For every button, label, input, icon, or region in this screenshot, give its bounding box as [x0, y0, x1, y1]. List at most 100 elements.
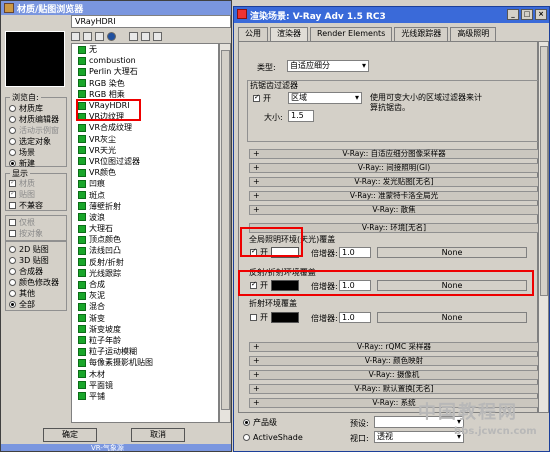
- scrollbar-thumb[interactable]: [221, 50, 230, 410]
- aa-filter-dropdown[interactable]: 区域: [288, 92, 362, 104]
- map-type-radio-0[interactable]: 2D 贴图: [6, 244, 66, 255]
- render-title: 渲染场景: V-Ray Adv 1.5 RC3: [250, 11, 386, 22]
- render-titlebar[interactable]: 渲染场景: V-Ray Adv 1.5 RC3 _ □ ×: [234, 7, 549, 23]
- list-item[interactable]: 反射/折射: [72, 257, 218, 268]
- large-icons-icon[interactable]: [107, 31, 116, 41]
- list-item[interactable]: 渐变坡度: [72, 324, 218, 335]
- viewport-dropdown[interactable]: 透视: [374, 431, 464, 443]
- browse-from-radio-0[interactable]: 材质库: [6, 103, 66, 114]
- map-type-radio-4[interactable]: 其他: [6, 288, 66, 299]
- list-item[interactable]: 波浪: [72, 212, 218, 223]
- list-item[interactable]: VR颜色: [72, 167, 218, 178]
- show-maps-checkbox[interactable]: 贴图: [6, 189, 66, 200]
- update-scene-icon[interactable]: [129, 31, 138, 41]
- list-item[interactable]: 粒子运动模糊: [72, 346, 218, 357]
- map-type-icon: [78, 179, 86, 188]
- list-item[interactable]: VR位图过滤器: [72, 156, 218, 167]
- rollout-rollouts_a-1[interactable]: + V-Ray:: 间接照明(GI): [249, 163, 539, 173]
- show-incompatible-checkbox[interactable]: 不兼容: [6, 200, 66, 211]
- list-item[interactable]: Perlin 大理石: [72, 66, 218, 77]
- tab-raytracer[interactable]: 光线跟踪器: [394, 27, 449, 41]
- refr-mult-spinner[interactable]: 1.0: [339, 312, 371, 323]
- refr-env-map-button[interactable]: None: [377, 312, 527, 323]
- activeshade-radio[interactable]: ActiveShade: [240, 432, 303, 443]
- browser-title: 材质/贴图浏览器: [17, 4, 84, 15]
- rollout-rollouts_a-4[interactable]: + V-Ray:: 散焦: [249, 205, 539, 215]
- browse-from-radio-4[interactable]: 场景: [6, 147, 66, 158]
- tab-renderer[interactable]: 渲染器: [270, 27, 308, 41]
- list-item[interactable]: 渐变: [72, 313, 218, 324]
- list-item[interactable]: combustion: [72, 55, 218, 66]
- map-type-radio-2[interactable]: 合成器: [6, 266, 66, 277]
- rollout-rollouts_a-0[interactable]: + V-Ray:: 自适应细分图像采样器: [249, 149, 539, 159]
- maximize-icon[interactable]: □: [521, 9, 533, 20]
- list-item[interactable]: 顶点颜色: [72, 234, 218, 245]
- refr-mult-label: 倍增器:: [311, 314, 338, 323]
- rollout-rollouts_a-3[interactable]: + V-Ray:: 准蒙特卡洛全局光: [249, 191, 539, 201]
- refr-env-on-checkbox[interactable]: 开: [247, 312, 268, 323]
- clear-library-icon[interactable]: [153, 31, 162, 41]
- list-item[interactable]: 平铺: [72, 391, 218, 402]
- rollout-rollouts_b-1[interactable]: + V-Ray:: 颜色映射: [249, 356, 539, 366]
- map-type-icon: [78, 314, 86, 323]
- map-type-radio-3[interactable]: 颜色修改器: [6, 277, 66, 288]
- map-list-scrollbar[interactable]: [219, 43, 231, 423]
- sampler-type-dropdown[interactable]: 自适应细分: [287, 60, 369, 72]
- refr-env-color-swatch[interactable]: [271, 312, 299, 323]
- list-item[interactable]: VR合成纹理: [72, 122, 218, 133]
- aa-on-checkbox[interactable]: 开: [250, 93, 271, 104]
- tab-render-elements[interactable]: Render Elements: [310, 27, 393, 41]
- list-item[interactable]: 无: [72, 44, 218, 55]
- map-type-icon: [78, 381, 86, 390]
- list-item[interactable]: 大理石: [72, 223, 218, 234]
- list-item[interactable]: 灰泥: [72, 290, 218, 301]
- gi-mult-label: 倍增器:: [311, 249, 338, 258]
- list-item[interactable]: 平面镜: [72, 380, 218, 391]
- list-item[interactable]: 薄壁折射: [72, 201, 218, 212]
- list-item[interactable]: 凹痕: [72, 178, 218, 189]
- browse-from-radio-1[interactable]: 材质编辑器: [6, 114, 66, 125]
- small-icons-icon[interactable]: [95, 31, 104, 41]
- gi-mult-spinner[interactable]: 1.0: [339, 247, 371, 258]
- list-item[interactable]: RGB 染色: [72, 78, 218, 89]
- rollout-rollouts_b-2[interactable]: + V-Ray:: 摄像机: [249, 370, 539, 380]
- list-item[interactable]: VR灰尘: [72, 134, 218, 145]
- list-item[interactable]: 合成: [72, 279, 218, 290]
- render-panel-scrollbar[interactable]: [538, 41, 549, 413]
- list-item[interactable]: 粒子年龄: [72, 335, 218, 346]
- list-item[interactable]: 光线跟踪: [72, 268, 218, 279]
- browse-from-radio-2[interactable]: 活动示例窗: [6, 125, 66, 136]
- tab-common[interactable]: 公用: [238, 27, 268, 41]
- map-type-radio-5[interactable]: 全部: [6, 299, 66, 310]
- gi-env-map-button[interactable]: None: [377, 247, 527, 258]
- list-item[interactable]: VR天光: [72, 145, 218, 156]
- list-icons-icon[interactable]: [83, 31, 92, 41]
- rollout-rollouts_a-2[interactable]: + V-Ray:: 发光贴图[无名]: [249, 177, 539, 187]
- close-icon[interactable]: ×: [535, 9, 547, 20]
- rollout-rollouts_b-3[interactable]: + V-Ray:: 默认置换[无名]: [249, 384, 539, 394]
- delete-icon[interactable]: [141, 31, 150, 41]
- map-type-radio-1[interactable]: 3D 贴图: [6, 255, 66, 266]
- by-object-checkbox[interactable]: 按对象: [6, 228, 66, 239]
- size-spinner[interactable]: 1.5: [288, 110, 314, 122]
- list-item[interactable]: 木材: [72, 368, 218, 379]
- cancel-button[interactable]: 取消: [131, 428, 185, 442]
- production-radio[interactable]: 产品级: [240, 417, 277, 428]
- list-item[interactable]: 每像素摄影机贴图: [72, 357, 218, 368]
- list-item[interactable]: 法线凹凸: [72, 245, 218, 256]
- map-type-icon: [78, 224, 86, 233]
- list-item[interactable]: 混合: [72, 301, 218, 312]
- browse-from-radio-3[interactable]: 选定对象: [6, 136, 66, 147]
- list-view-icon[interactable]: [71, 31, 80, 41]
- tab-advanced-lighting[interactable]: 高级照明: [450, 27, 497, 41]
- show-materials-checkbox[interactable]: 材质: [6, 178, 66, 189]
- rollout-rollouts_b-0[interactable]: + V-Ray:: rQMC 采样器: [249, 342, 539, 352]
- root-only-checkbox[interactable]: 仅根: [6, 217, 66, 228]
- render-scrollbar-thumb[interactable]: [540, 46, 548, 296]
- browser-titlebar[interactable]: 材质/贴图浏览器: [1, 1, 231, 15]
- map-name-field[interactable]: VRayHDRI: [71, 15, 231, 28]
- ok-button[interactable]: 确定: [43, 428, 97, 442]
- minimize-icon[interactable]: _: [507, 9, 519, 20]
- list-item[interactable]: 斑点: [72, 189, 218, 200]
- filter-group: 仅根 按对象: [5, 215, 67, 241]
